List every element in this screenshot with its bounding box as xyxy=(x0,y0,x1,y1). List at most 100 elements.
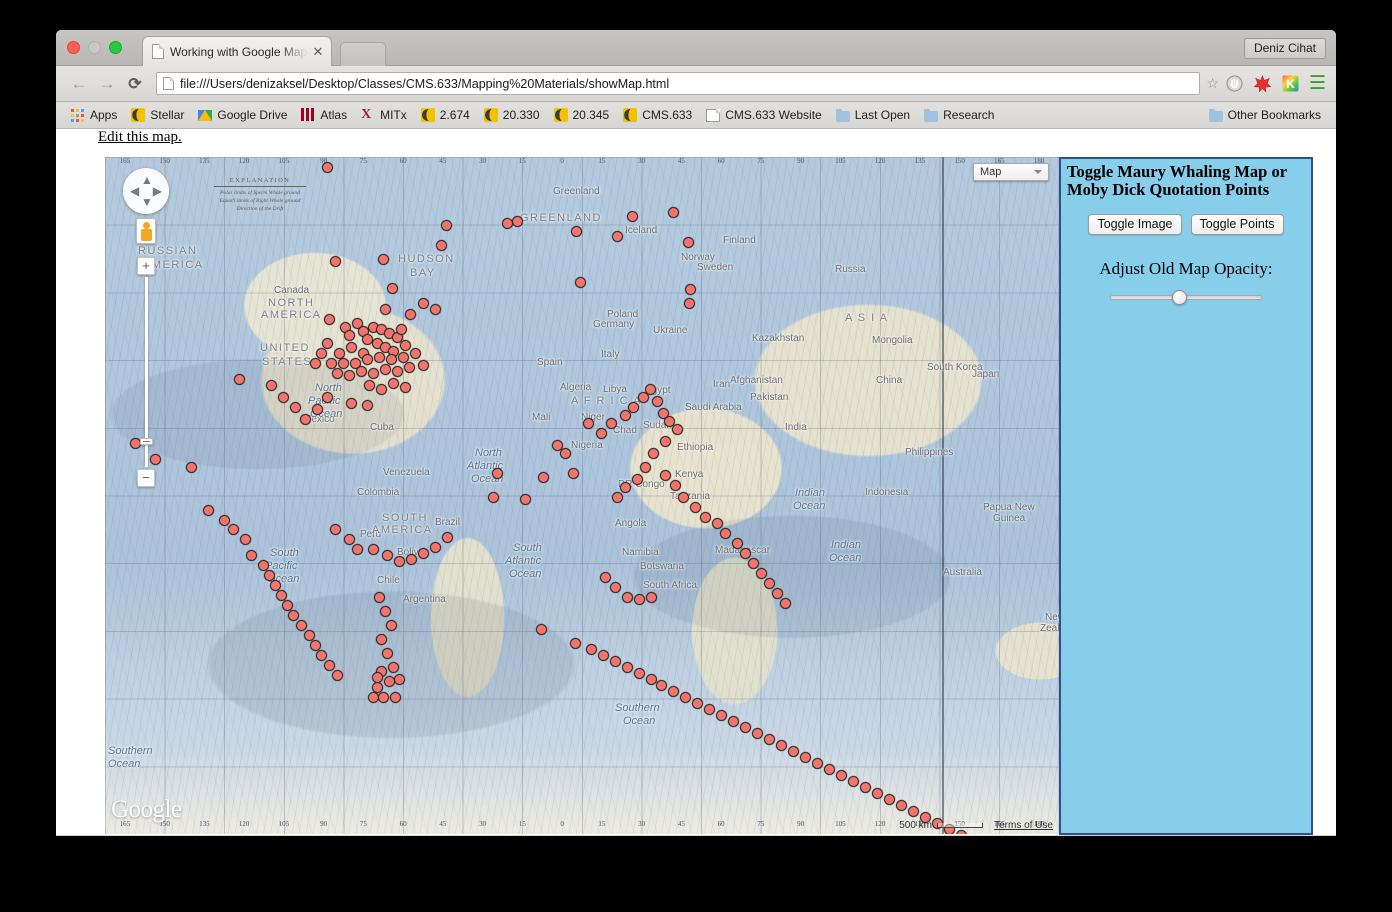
map-marker[interactable] xyxy=(240,534,251,545)
map-marker[interactable] xyxy=(812,758,823,769)
map-marker[interactable] xyxy=(228,524,239,535)
map-marker[interactable] xyxy=(620,482,631,493)
map-marker[interactable] xyxy=(748,558,759,569)
map-marker[interactable] xyxy=(772,588,783,599)
map-marker[interactable] xyxy=(296,620,307,631)
browser-tab[interactable]: Working with Google Maps ✕ xyxy=(142,36,332,66)
map-marker[interactable] xyxy=(764,734,775,745)
map-marker[interactable] xyxy=(860,782,871,793)
map-marker[interactable] xyxy=(382,648,393,659)
pan-down-icon[interactable]: ▼ xyxy=(141,196,153,208)
zoom-slider-track[interactable] xyxy=(140,277,153,467)
map-marker[interactable] xyxy=(512,216,523,227)
map-marker[interactable] xyxy=(219,515,230,526)
map-marker[interactable] xyxy=(632,474,643,485)
map-marker[interactable] xyxy=(330,524,341,535)
map-marker[interactable] xyxy=(716,710,727,721)
toggle-points-button[interactable]: Toggle Points xyxy=(1190,213,1284,235)
map-marker[interactable] xyxy=(685,284,696,295)
map-marker[interactable] xyxy=(622,592,633,603)
zoom-slider-thumb[interactable] xyxy=(140,438,153,445)
zoom-out-button[interactable]: − xyxy=(137,469,155,487)
map-marker[interactable] xyxy=(583,418,594,429)
map-marker[interactable] xyxy=(656,680,667,691)
map-marker[interactable] xyxy=(362,400,373,411)
chrome-menu-icon[interactable]: ☰ xyxy=(1309,72,1326,95)
map-marker[interactable] xyxy=(575,277,586,288)
map-marker[interactable] xyxy=(502,218,513,229)
map-marker[interactable] xyxy=(720,528,731,539)
address-bar[interactable]: file:///Users/denizaksel/Desktop/Classes… xyxy=(156,72,1201,95)
map-marker[interactable] xyxy=(324,660,335,671)
map-marker[interactable] xyxy=(571,226,582,237)
map-marker[interactable] xyxy=(374,352,385,363)
map-marker[interactable] xyxy=(338,358,349,369)
toggle-image-button[interactable]: Toggle Image xyxy=(1088,213,1182,235)
new-tab-button[interactable] xyxy=(340,42,386,66)
map-marker[interactable] xyxy=(430,542,441,553)
map-marker[interactable] xyxy=(824,764,835,775)
map-marker[interactable] xyxy=(660,436,671,447)
map-marker[interactable] xyxy=(410,348,421,359)
map-marker[interactable] xyxy=(520,494,531,505)
map-marker[interactable] xyxy=(376,634,387,645)
bookmark-cms633-website[interactable]: CMS.633 Website xyxy=(699,106,829,124)
map-marker[interactable] xyxy=(606,418,617,429)
map-marker[interactable] xyxy=(622,662,633,673)
bookmark-star-icon[interactable]: ☆ xyxy=(1206,75,1219,92)
map-marker[interactable] xyxy=(368,544,379,555)
street-view-pegman-icon[interactable] xyxy=(136,218,156,244)
map-marker[interactable] xyxy=(380,606,391,617)
map-marker[interactable] xyxy=(406,554,417,565)
map-marker[interactable] xyxy=(634,668,645,679)
map-marker[interactable] xyxy=(776,740,787,751)
map-marker[interactable] xyxy=(378,692,389,703)
map-marker[interactable] xyxy=(668,686,679,697)
map-marker[interactable] xyxy=(740,548,751,559)
map-marker[interactable] xyxy=(278,392,289,403)
address-bar-url[interactable]: file:///Users/denizaksel/Desktop/Classes… xyxy=(180,77,669,91)
map-marker[interactable] xyxy=(848,776,859,787)
map-marker[interactable] xyxy=(396,324,407,335)
map-marker[interactable] xyxy=(388,378,399,389)
map-marker[interactable] xyxy=(346,342,357,353)
map-marker[interactable] xyxy=(203,505,214,516)
map-marker[interactable] xyxy=(800,752,811,763)
map-marker[interactable] xyxy=(712,518,723,529)
map-marker[interactable] xyxy=(652,396,663,407)
map-marker[interactable] xyxy=(672,424,683,435)
map-marker[interactable] xyxy=(908,806,919,817)
map-marker[interactable] xyxy=(322,338,333,349)
map-marker[interactable] xyxy=(610,656,621,667)
map-marker[interactable] xyxy=(404,362,415,373)
opacity-slider[interactable] xyxy=(1110,289,1262,305)
map-marker[interactable] xyxy=(310,358,321,369)
map-marker[interactable] xyxy=(418,548,429,559)
map-marker[interactable] xyxy=(380,364,391,375)
map-marker[interactable] xyxy=(492,468,503,479)
red-star-extension-icon[interactable] xyxy=(1251,72,1275,96)
zoom-control[interactable]: + − xyxy=(137,257,155,487)
map-marker[interactable] xyxy=(387,283,398,294)
kaltura-k-icon[interactable]: K xyxy=(1279,72,1303,96)
map-marker[interactable] xyxy=(288,610,299,621)
map-marker[interactable] xyxy=(234,374,245,385)
map-marker[interactable] xyxy=(405,309,416,320)
map-marker[interactable] xyxy=(690,502,701,513)
bookmark-google-drive[interactable]: Google Drive xyxy=(191,106,294,124)
bookmark-stellar[interactable]: Stellar xyxy=(124,106,191,124)
map-marker[interactable] xyxy=(660,470,671,481)
map-marker[interactable] xyxy=(344,370,355,381)
map-marker[interactable] xyxy=(372,672,383,683)
pan-up-icon[interactable]: ▲ xyxy=(141,174,153,186)
map-marker[interactable] xyxy=(612,492,623,503)
bookmark-research[interactable]: Research xyxy=(917,106,1001,124)
map-marker[interactable] xyxy=(378,254,389,265)
map-marker[interactable] xyxy=(246,550,257,561)
maximize-window-button[interactable] xyxy=(109,41,122,54)
map-marker[interactable] xyxy=(668,207,679,218)
map-marker[interactable] xyxy=(568,468,579,479)
map-marker[interactable] xyxy=(648,448,659,459)
map-marker[interactable] xyxy=(316,348,327,359)
map-marker[interactable] xyxy=(780,598,791,609)
